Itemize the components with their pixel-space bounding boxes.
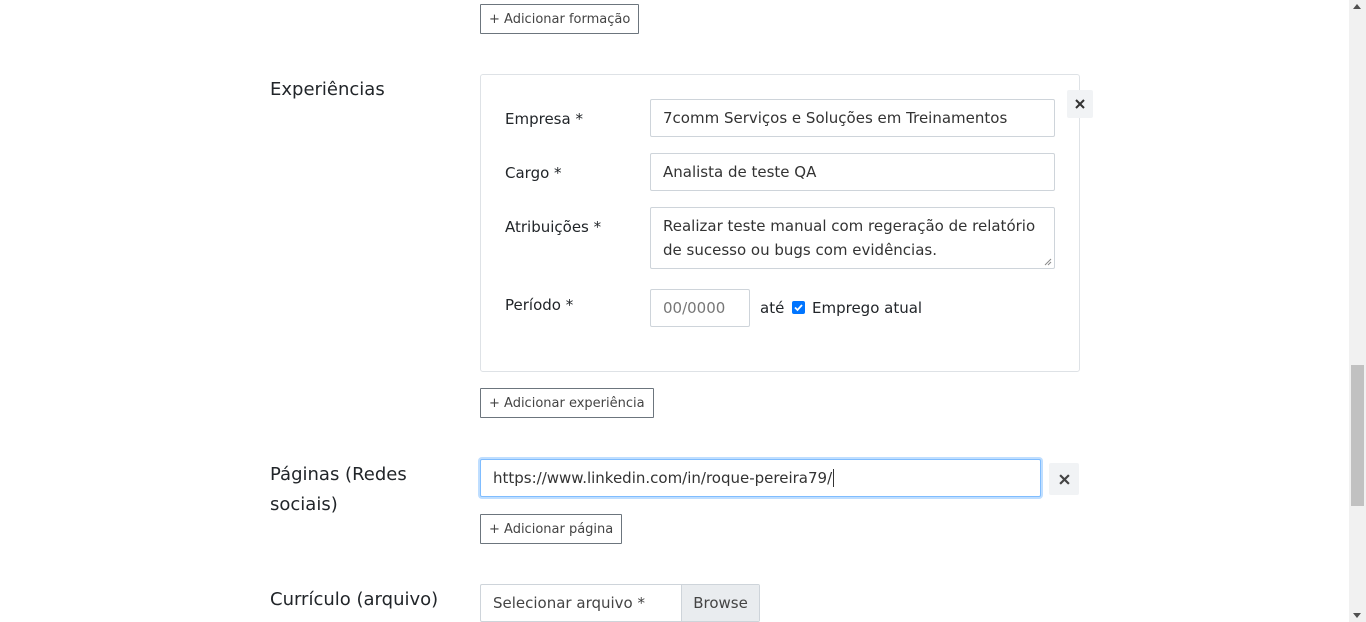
scroll-down-icon[interactable] [1353,613,1361,618]
pages-section-label-line1: Páginas (Redes [270,464,407,485]
remove-page-button[interactable] [1049,463,1079,495]
add-experience-button[interactable]: + Adicionar experiência [480,388,654,418]
browse-button[interactable]: Browse [681,585,759,621]
resume-file-input[interactable]: Selecionar arquivo * Browse [480,584,760,622]
role-label: Cargo * [505,164,562,182]
social-page-url-input[interactable]: https://www.linkedin.com/in/roque-pereir… [480,459,1041,497]
role-input[interactable]: Analista de teste QA [650,153,1055,191]
close-icon [1058,473,1070,485]
form-page: + Adicionar formação Experiências Empres… [0,0,1349,622]
add-page-button[interactable]: + Adicionar página [480,514,623,544]
add-education-button[interactable]: + Adicionar formação [480,4,640,34]
close-icon [1075,99,1085,109]
scroll-thumb[interactable] [1351,365,1364,506]
period-start-input[interactable]: 00/0000 [650,289,750,327]
current-job-label[interactable]: Emprego atual [812,299,922,317]
text-cursor [833,469,835,487]
pages-section-label-line2: sociais) [270,494,338,515]
period-label: Período * [505,296,574,314]
remove-experience-button[interactable] [1067,90,1093,118]
until-label: até [760,299,785,317]
current-job-checkbox[interactable] [792,301,805,314]
resume-section-label: Currículo (arquivo) [270,589,439,610]
vertical-scrollbar[interactable] [1349,0,1366,622]
company-label: Empresa * [505,110,583,128]
checkmark-icon [794,304,803,312]
social-page-url-text: https://www.linkedin.com/in/roque-pereir… [493,469,833,487]
experience-card: Empresa * 7comm Serviços e Soluções em T… [480,74,1080,372]
file-placeholder[interactable]: Selecionar arquivo * [481,585,681,621]
scroll-up-icon[interactable] [1353,4,1361,9]
experience-section-label: Experiências [270,79,385,100]
resize-grip-icon[interactable] [1044,258,1052,266]
company-input[interactable]: 7comm Serviços e Soluções em Treinamento… [650,99,1055,137]
duties-label: Atribuições * [505,218,602,236]
duties-text: Realizar teste manual com regeração de r… [663,217,1036,259]
duties-textarea[interactable]: Realizar teste manual com regeração de r… [650,207,1055,269]
